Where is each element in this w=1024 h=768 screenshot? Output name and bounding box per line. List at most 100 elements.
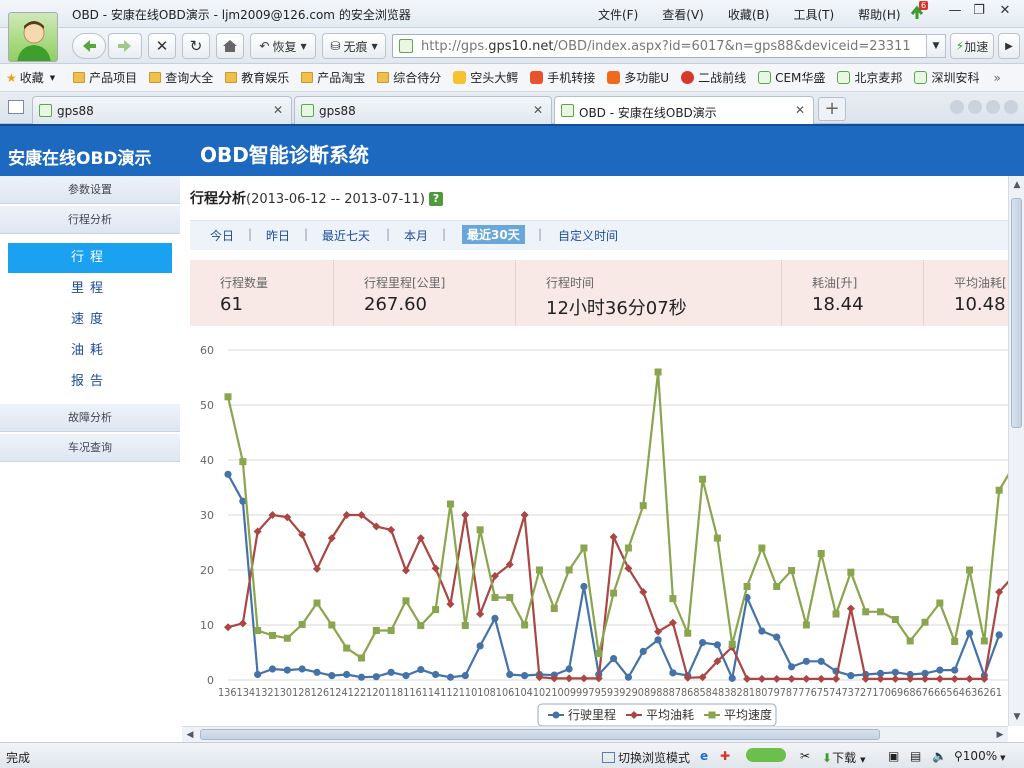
data-point (224, 623, 232, 632)
private-mode-button[interactable]: ⛁ 无痕 ▼ (322, 33, 386, 59)
star-icon: ★ (6, 70, 17, 85)
sidebar-item-trip[interactable]: 行程 (8, 243, 172, 273)
forward-button[interactable] (108, 33, 142, 59)
ie-icon[interactable]: e (700, 749, 708, 763)
data-point (432, 670, 440, 679)
tab-obd[interactable]: OBD - 安康在线OBD演示 ✕ (554, 96, 814, 124)
data-point (283, 634, 291, 642)
bookmark-item[interactable]: 多功能U (607, 69, 669, 86)
accelerate-button[interactable]: ⚡ 加速 (950, 33, 994, 59)
range-this-month[interactable]: 本月 (404, 227, 428, 244)
zoom-control[interactable]: ⚲100% ▼ (954, 749, 1006, 763)
bookmark-item[interactable]: 二战前线 (681, 69, 746, 86)
new-tab-button[interactable]: + (818, 97, 846, 121)
bookmark-item[interactable]: 深圳安科 (914, 69, 979, 86)
vertical-scrollbar[interactable]: ▲ ▼ (1008, 176, 1024, 726)
menu-favorites[interactable]: 收藏(B) (728, 6, 770, 23)
more-bookmarks-icon[interactable]: » (993, 71, 1000, 85)
range-yesterday[interactable]: 昨日 (266, 227, 290, 244)
sidebar-item-fuel[interactable]: 油耗 (8, 336, 172, 366)
addon-icon[interactable]: ✚ (720, 749, 730, 763)
data-point (609, 654, 618, 663)
chevron-down-icon: ▼ (371, 41, 378, 51)
bookmark-item[interactable]: CEM华盛 (758, 69, 825, 86)
mute-icon[interactable]: 🔈 (932, 749, 947, 763)
range-last-30-days[interactable]: 最近30天 (462, 225, 525, 244)
bookmark-item[interactable]: 产品淘宝 (301, 69, 365, 86)
sidebar-toggle-icon[interactable] (8, 100, 24, 114)
home-button[interactable] (216, 33, 244, 59)
close-tab-icon[interactable]: ✕ (273, 103, 283, 117)
maximize-icon[interactable]: ❐ (968, 3, 990, 21)
address-dropdown-button[interactable]: ▼ (926, 34, 946, 58)
close-window-icon[interactable]: ✕ (994, 3, 1016, 21)
horizontal-scrollbar[interactable]: ◀ ▶ (182, 726, 1008, 742)
data-point (832, 674, 841, 683)
back-button[interactable] (72, 33, 106, 59)
update-icon[interactable]: 6 (908, 1, 929, 21)
toggle-icon[interactable] (746, 748, 786, 762)
scroll-tabs-left-icon[interactable] (950, 100, 964, 114)
scroll-up-icon[interactable]: ▲ (1010, 178, 1024, 192)
help-icon[interactable]: ? (428, 192, 443, 206)
tab-list-icon[interactable] (986, 100, 1000, 114)
bookmark-item[interactable]: 北京麦邦 (837, 69, 902, 86)
range-custom[interactable]: 自定义时间 (558, 227, 618, 244)
sidebar-item-report[interactable]: 报告 (8, 367, 172, 397)
user-avatar[interactable] (8, 12, 58, 62)
screenshot-icon[interactable]: ✂ (800, 749, 810, 763)
scroll-left-icon[interactable]: ◀ (183, 728, 197, 742)
window-icon (602, 752, 615, 763)
menu-help[interactable]: 帮助(H) (858, 6, 900, 23)
sidebar-group-params[interactable]: 参数设置 (0, 176, 180, 204)
url-rest: /OBD/index.aspx?id=6017&n=gps88&deviceid… (553, 39, 911, 54)
scroll-down-icon[interactable]: ▼ (1010, 710, 1024, 724)
scrollbar-thumb[interactable] (200, 729, 880, 740)
restore-button[interactable]: ↶ 恢复 ▼ (250, 33, 316, 59)
go-button[interactable]: ▶ (998, 33, 1020, 59)
tab-gps88-1[interactable]: gps88 ✕ (32, 96, 292, 124)
stat-avg-consumption: 平均油耗[ 10.48 (924, 260, 1008, 326)
close-all-tabs-icon[interactable] (1004, 100, 1018, 114)
sidebar-group-fault[interactable]: 故障分析 (0, 404, 180, 432)
data-point (728, 674, 736, 682)
sidebar-item-speed[interactable]: 速度 (8, 305, 172, 335)
range-last-7-days[interactable]: 最近七天 (322, 227, 370, 244)
address-bar[interactable]: http://gps.gps10.net/OBD/index.aspx?id=6… (392, 34, 946, 58)
refresh-button[interactable]: ↻ (182, 33, 210, 59)
bookmark-item[interactable]: 空头大鳄 (453, 69, 518, 86)
y-tick-label: 40 (200, 454, 214, 467)
menu-view[interactable]: 查看(V) (662, 6, 704, 23)
bookmark-item[interactable]: 产品项目 (73, 69, 137, 86)
device-icon[interactable]: ▣ (888, 749, 899, 763)
menu-tools[interactable]: 工具(T) (793, 6, 834, 23)
bookmark-item[interactable]: 教育娱乐 (225, 69, 289, 86)
note-icon[interactable]: ▤ (910, 749, 921, 763)
chevron-down-icon: ▼ (932, 41, 940, 51)
scroll-tabs-right-icon[interactable] (968, 100, 982, 114)
stop-button[interactable]: ✕ (148, 33, 176, 59)
app-brand: 安康在线OBD演示 (8, 149, 152, 169)
data-point (521, 672, 529, 680)
sidebar-group-vehicle[interactable]: 车况查询 (0, 434, 180, 462)
sidebar-group-trip[interactable]: 行程分析 (0, 206, 180, 234)
tab-gps88-2[interactable]: gps88 ✕ (294, 96, 552, 124)
browse-mode-toggle[interactable]: 切换浏览模式 (602, 749, 690, 766)
close-tab-icon[interactable]: ✕ (533, 103, 543, 117)
close-tab-icon[interactable]: ✕ (795, 103, 805, 117)
minimize-icon[interactable]: — (944, 3, 966, 21)
bookmark-item[interactable]: 查询大全 (149, 69, 213, 86)
bookmark-item[interactable]: 综合待分 (377, 69, 441, 86)
data-point (328, 672, 336, 680)
scroll-right-icon[interactable]: ▶ (993, 728, 1007, 742)
sidebar-item-mileage[interactable]: 里程 (8, 274, 172, 304)
bookmark-item[interactable]: 手机转接 (530, 69, 595, 86)
download-button[interactable]: ⬇下载 ▼ (822, 749, 865, 766)
chevron-down-icon: ▼ (49, 73, 56, 82)
scrollbar-thumb[interactable] (1011, 198, 1022, 428)
range-today[interactable]: 今日 (210, 227, 234, 244)
menu-file[interactable]: 文件(F) (598, 6, 638, 23)
data-point (565, 665, 573, 673)
favorites-menu[interactable]: ★ 收藏 ▼ (6, 69, 55, 86)
data-point (357, 654, 365, 662)
